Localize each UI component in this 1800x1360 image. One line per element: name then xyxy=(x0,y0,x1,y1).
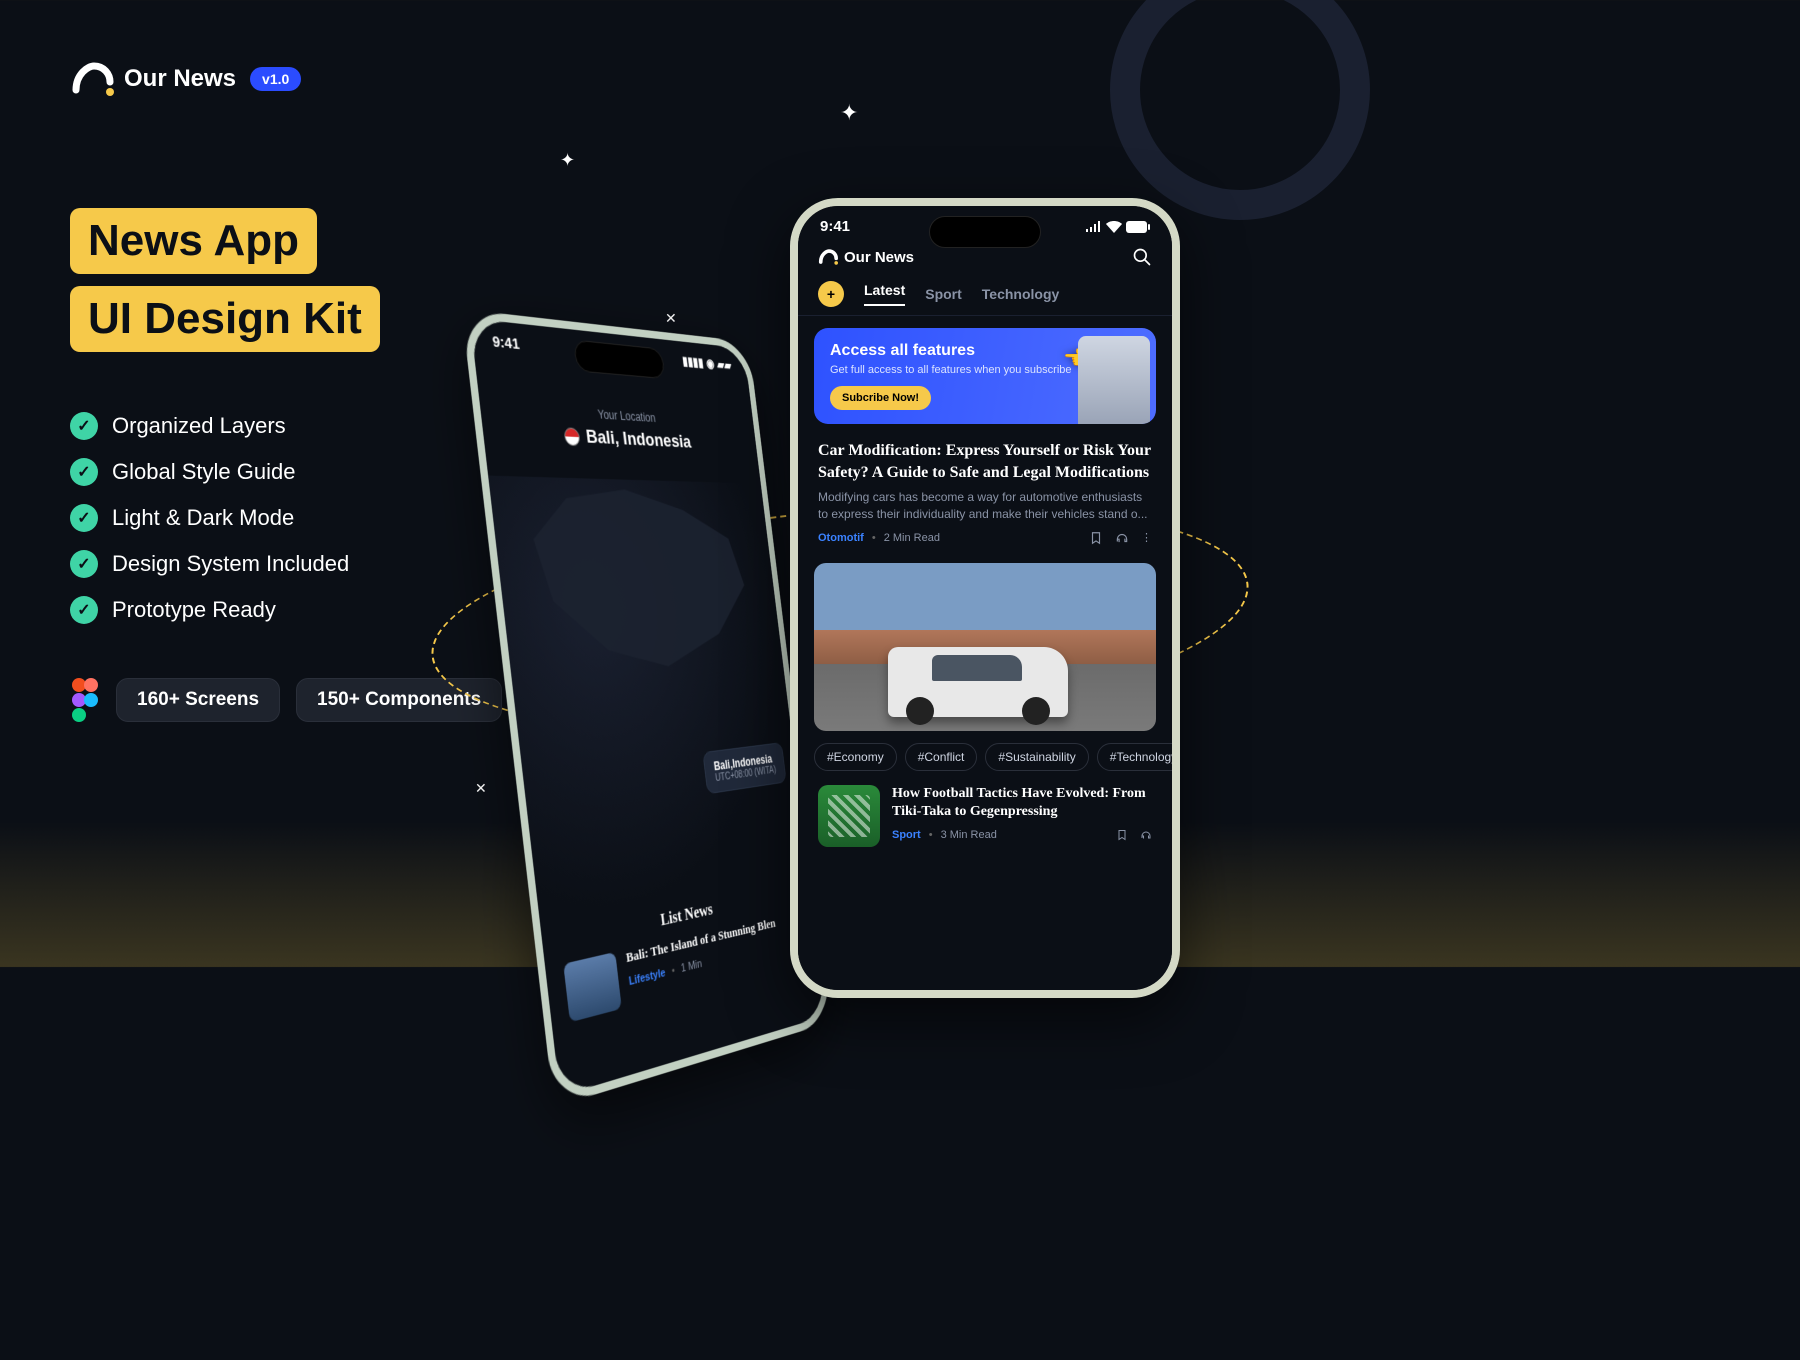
wifi-icon xyxy=(1106,221,1122,233)
brand-logo: Our News xyxy=(70,60,236,98)
phone-mockup-right: 9:41 Our News xyxy=(790,198,1180,998)
feature-label: Global Style Guide xyxy=(112,459,295,485)
close-icon: ✕ xyxy=(665,310,677,327)
headphones-icon[interactable] xyxy=(1140,829,1152,841)
headline-line-2: UI Design Kit xyxy=(70,286,380,352)
brand-name: Our News xyxy=(124,65,236,93)
stat-screens: 160+ Screens xyxy=(116,678,280,722)
bookmark-icon[interactable] xyxy=(1089,531,1103,545)
article-excerpt: Modifying cars has become a way for auto… xyxy=(818,489,1152,523)
map-silhouette xyxy=(513,476,764,687)
decorative-ring xyxy=(1110,0,1370,220)
tab-latest[interactable]: Latest xyxy=(864,282,905,306)
figma-icon xyxy=(70,678,100,722)
hashtag-row: #Economy #Conflict #Sustainability #Tech… xyxy=(798,741,1172,781)
tabs-row: + Latest Sport Technology xyxy=(798,277,1172,316)
list-item[interactable]: How Football Tactics Have Evolved: From … xyxy=(798,781,1172,851)
feature-label: Prototype Ready xyxy=(112,597,276,623)
dot-separator: • xyxy=(872,532,876,544)
story-thumb xyxy=(563,952,622,1022)
app-header: Our News xyxy=(798,239,1172,277)
hashtag-chip[interactable]: #Conflict xyxy=(905,743,978,771)
check-icon: ✓ xyxy=(70,504,98,532)
story-readtime: 1 Min xyxy=(680,958,702,975)
app-title: Our News xyxy=(844,249,914,266)
story-title: How Football Tactics Have Evolved: From … xyxy=(892,785,1152,821)
featured-article[interactable]: Car Modification: Express Yourself or Ri… xyxy=(798,436,1172,553)
signal-icon: ▮▮▮▮ xyxy=(681,353,704,370)
product-brand-row: Our News v1.0 xyxy=(70,60,1210,98)
feature-label: Light & Dark Mode xyxy=(112,505,294,531)
sparkle-icon: ✦ xyxy=(840,100,858,126)
article-category[interactable]: Otomotif xyxy=(818,532,864,544)
dot-separator: • xyxy=(929,829,933,841)
map-area[interactable]: Bali,Indonesia UTC+08:00 (WITA) xyxy=(488,476,809,927)
check-icon: ✓ xyxy=(70,596,98,624)
hashtag-chip[interactable]: #Economy xyxy=(814,743,897,771)
status-time: 9:41 xyxy=(820,218,850,235)
add-tab-button[interactable]: + xyxy=(818,281,844,307)
search-icon[interactable] xyxy=(1132,247,1152,267)
status-icons: ▮▮▮▮ ◉ ▰▰ xyxy=(681,353,732,373)
check-icon: ✓ xyxy=(70,458,98,486)
map-pin-card[interactable]: Bali,Indonesia UTC+08:00 (WITA) xyxy=(702,742,786,794)
sparkle-icon: ✦ xyxy=(560,150,575,171)
subscribe-button[interactable]: Subcribe Now! xyxy=(830,386,931,410)
battery-icon: ▰▰ xyxy=(716,357,732,373)
promo-banner[interactable]: × Access all features Get full access to… xyxy=(814,328,1156,424)
app-brand[interactable]: Our News xyxy=(818,248,914,266)
article-hero-image[interactable] xyxy=(814,563,1156,731)
wifi-icon: ◉ xyxy=(705,356,715,372)
article-readtime: 2 Min Read xyxy=(884,532,940,544)
signal-icon xyxy=(1086,221,1102,232)
logo-mark-icon xyxy=(818,248,838,266)
hashtag-chip[interactable]: #Technology xyxy=(1097,743,1172,771)
headline-line-1: News App xyxy=(70,208,317,274)
story-category[interactable]: Lifestyle xyxy=(628,967,666,988)
bookmark-icon[interactable] xyxy=(1116,829,1128,841)
article-title: Car Modification: Express Yourself or Ri… xyxy=(818,440,1152,483)
feature-label: Design System Included xyxy=(112,551,349,577)
status-time: 9:41 xyxy=(492,333,521,353)
more-icon[interactable]: ⋮ xyxy=(1141,531,1152,545)
tab-sport[interactable]: Sport xyxy=(925,286,962,302)
flag-indonesia-icon xyxy=(563,427,580,446)
headphones-icon[interactable] xyxy=(1115,531,1129,545)
hashtag-chip[interactable]: #Sustainability xyxy=(985,743,1088,771)
check-icon: ✓ xyxy=(70,412,98,440)
story-readtime: 3 Min Read xyxy=(941,829,997,841)
status-bar: 9:41 xyxy=(798,206,1172,239)
feature-label: Organized Layers xyxy=(112,413,286,439)
battery-icon xyxy=(1126,221,1150,233)
dot-separator: • xyxy=(671,964,676,977)
stat-components: 150+ Components xyxy=(296,678,502,722)
tab-technology[interactable]: Technology xyxy=(982,286,1060,302)
car-illustration xyxy=(888,647,1068,717)
story-thumb xyxy=(818,785,880,847)
promo-person-image xyxy=(1078,336,1150,424)
story-category[interactable]: Sport xyxy=(892,829,921,841)
check-icon: ✓ xyxy=(70,550,98,578)
logo-mark-icon xyxy=(70,60,114,98)
city-name: Bali, Indonesia xyxy=(585,426,692,453)
status-icons xyxy=(1086,221,1150,233)
version-badge: v1.0 xyxy=(250,67,301,91)
close-icon: ✕ xyxy=(475,780,487,797)
